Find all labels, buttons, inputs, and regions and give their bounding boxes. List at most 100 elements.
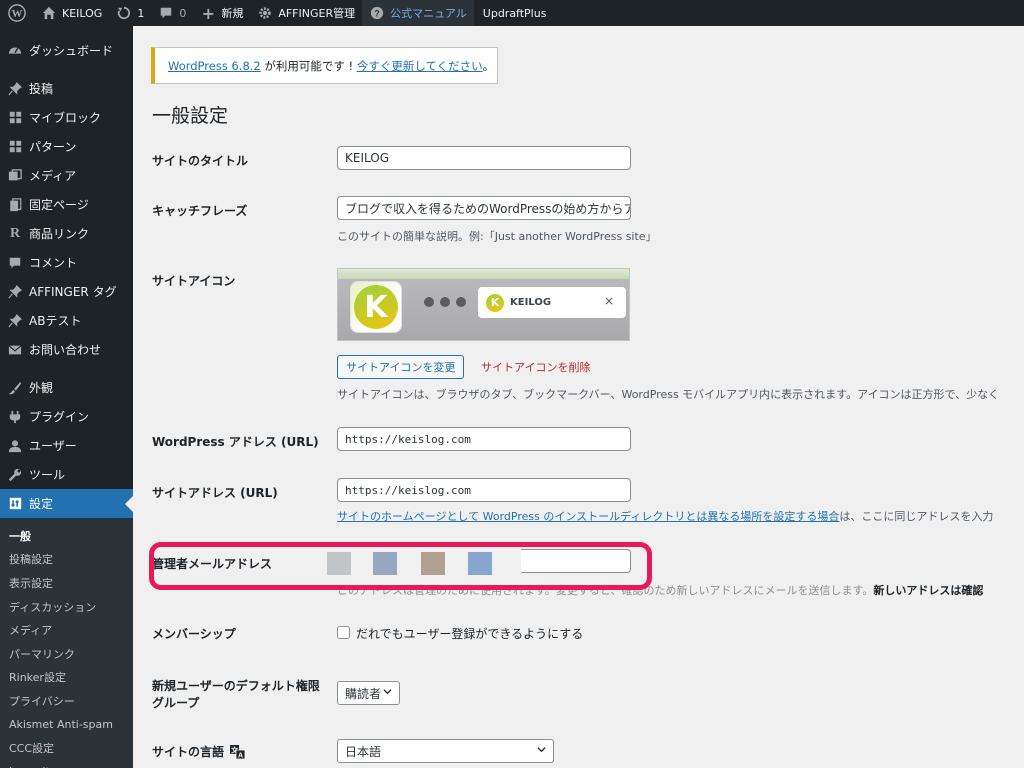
menu-comments[interactable]: コメント xyxy=(0,248,133,277)
tagline-description: このサイトの簡単な説明。例:「Just another WordPress si… xyxy=(337,230,657,243)
pin-icon xyxy=(7,313,23,329)
admin-bar: W KEILOG 1 0 + 新規 AFFINGER管理 ? 公式マニュアル U… xyxy=(0,0,1024,26)
comment-icon xyxy=(158,5,174,21)
settings-content: WordPress 6.8.2 が利用可能です ! 今すぐ更新してください 。 … xyxy=(133,26,1024,768)
menu-label: パターン xyxy=(29,140,77,154)
admin-sidebar: ダッシュボード 投稿 マイブロック パターン メディア 固定ページ R 商品リン… xyxy=(0,26,133,768)
wordpress-logo-button[interactable]: W xyxy=(0,0,34,26)
help-icon: ? xyxy=(369,5,385,21)
membership-label: メンバーシップ xyxy=(152,627,236,641)
pin-icon xyxy=(7,284,23,300)
comments-count: 0 xyxy=(179,6,187,20)
menu-label: お問い合わせ xyxy=(29,343,102,357)
k-favicon-icon: K xyxy=(486,293,504,312)
menu-label: 設定 xyxy=(29,497,54,511)
default-role-label-2: グループ xyxy=(152,696,200,710)
site-address-help-link[interactable]: サイトのホームページとして WordPress のインストールディレクトリとは異… xyxy=(337,510,839,523)
svg-text:?: ? xyxy=(374,9,379,19)
comments-link[interactable]: 0 xyxy=(151,0,193,26)
submenu-ccc[interactable]: CCC設定 xyxy=(0,736,133,760)
wordpress-version-link[interactable]: WordPress 6.8.2 xyxy=(168,59,261,73)
wrench-icon xyxy=(7,467,23,483)
gear-icon xyxy=(257,5,273,21)
updraft-label: UpdraftPlus xyxy=(482,6,547,20)
site-icon-large: K xyxy=(350,281,402,333)
pin-icon xyxy=(7,81,23,97)
menu-product-links[interactable]: R 商品リンク xyxy=(0,219,133,248)
tagline-input[interactable]: ブログで収入を得るためのWordPressの始め方からア xyxy=(337,196,631,220)
new-label: 新規 xyxy=(221,7,244,20)
manual-label: 公式マニュアル xyxy=(390,7,467,20)
user-icon xyxy=(7,438,23,454)
submenu-permalinks[interactable]: パーマリンク xyxy=(0,642,133,666)
menu-label: プラグイン xyxy=(29,410,90,424)
menu-contact[interactable]: お問い合わせ xyxy=(0,335,133,364)
menu-posts[interactable]: 投稿 xyxy=(0,74,133,103)
mail-icon xyxy=(7,342,23,358)
site-name-link[interactable]: KEILOG xyxy=(34,0,109,26)
menu-my-blocks[interactable]: マイブロック xyxy=(0,103,133,132)
submenu-imsanity[interactable]: Imsanity xyxy=(0,760,133,768)
chevron-down-icon xyxy=(383,689,392,695)
menu-dashboard[interactable]: ダッシュボード xyxy=(0,36,133,65)
dashboard-icon xyxy=(7,43,23,59)
menu-label: マイブロック xyxy=(29,111,102,125)
grid-icon xyxy=(7,110,23,126)
site-language-select[interactable]: 日本語 xyxy=(337,739,554,763)
menu-affinger-tag[interactable]: AFFINGER タグ xyxy=(0,277,133,306)
menu-label: コメント xyxy=(29,256,78,270)
menu-media[interactable]: メディア xyxy=(0,161,133,190)
menu-ab-test[interactable]: ABテスト xyxy=(0,306,133,335)
menu-users[interactable]: ユーザー xyxy=(0,431,133,460)
site-title-input[interactable]: KEILOG xyxy=(337,146,631,170)
brush-icon xyxy=(7,380,23,396)
updates-link[interactable]: 1 xyxy=(109,0,151,26)
home-icon xyxy=(41,5,57,21)
updates-icon xyxy=(116,5,132,21)
new-content-link[interactable]: + 新規 xyxy=(193,0,250,26)
menu-patterns[interactable]: パターン xyxy=(0,132,133,161)
tab-site-name: KEILOG xyxy=(510,297,552,308)
site-address-description: サイトのホームページとして WordPress のインストールディレクトリとは異… xyxy=(337,508,993,524)
menu-plugins[interactable]: プラグイン xyxy=(0,402,133,431)
official-manual-link[interactable]: ? 公式マニュアル xyxy=(362,0,474,26)
menu-settings[interactable]: 設定 xyxy=(0,489,133,518)
settings-submenu: 一般 投稿設定 表示設定 ディスカッション メディア パーマリンク Rinker… xyxy=(0,518,133,768)
updraftplus-link[interactable]: UpdraftPlus xyxy=(474,0,554,26)
wordpress-address-label: WordPress アドレス (URL) xyxy=(152,435,319,449)
menu-label: ツール xyxy=(29,468,66,482)
site-address-input[interactable]: https://keislog.com xyxy=(337,478,631,502)
wordpress-logo-icon: W xyxy=(8,4,26,22)
site-address-label: サイトアドレス (URL) xyxy=(152,486,278,500)
menu-pages[interactable]: 固定ページ xyxy=(0,190,133,219)
menu-label: AFFINGER タグ xyxy=(29,285,117,299)
affinger-admin-link[interactable]: AFFINGER管理 xyxy=(250,0,362,26)
browser-tab-preview: K KEILOG × xyxy=(478,287,626,318)
site-title-label: サイトのタイトル xyxy=(152,154,249,168)
submenu-privacy[interactable]: プライバシー xyxy=(0,689,133,713)
wordpress-address-input[interactable]: https://keislog.com xyxy=(337,427,631,451)
submenu-reading[interactable]: 表示設定 xyxy=(0,571,133,595)
submenu-general[interactable]: 一般 xyxy=(0,524,133,548)
k-logo-icon: K xyxy=(354,285,398,329)
remove-site-icon-link[interactable]: サイトアイコンを削除 xyxy=(473,355,598,379)
change-site-icon-button[interactable]: サイトアイコンを変更 xyxy=(337,355,465,379)
submenu-media[interactable]: メディア xyxy=(0,618,133,642)
notice-text: が利用可能です ! xyxy=(260,58,357,73)
menu-tools[interactable]: ツール xyxy=(0,460,133,489)
membership-checkbox[interactable] xyxy=(337,626,350,639)
menu-label: 商品リンク xyxy=(29,227,90,241)
chevron-down-icon xyxy=(537,747,546,753)
grid-icon xyxy=(7,139,23,155)
menu-appearance[interactable]: 外観 xyxy=(0,373,133,402)
settings-icon xyxy=(7,496,23,512)
menu-label: ユーザー xyxy=(29,439,77,453)
submenu-discussion[interactable]: ディスカッション xyxy=(0,595,133,619)
default-role-select[interactable]: 購読者 xyxy=(337,681,400,705)
submenu-rinker[interactable]: Rinker設定 xyxy=(0,666,133,690)
submenu-writing[interactable]: 投稿設定 xyxy=(0,548,133,572)
submenu-akismet[interactable]: Akismet Anti-spam xyxy=(0,713,133,737)
site-language-label-wrap: サイトの言語 文A xyxy=(152,743,246,760)
updates-count: 1 xyxy=(137,6,145,20)
update-now-link[interactable]: 今すぐ更新してください xyxy=(357,58,483,74)
